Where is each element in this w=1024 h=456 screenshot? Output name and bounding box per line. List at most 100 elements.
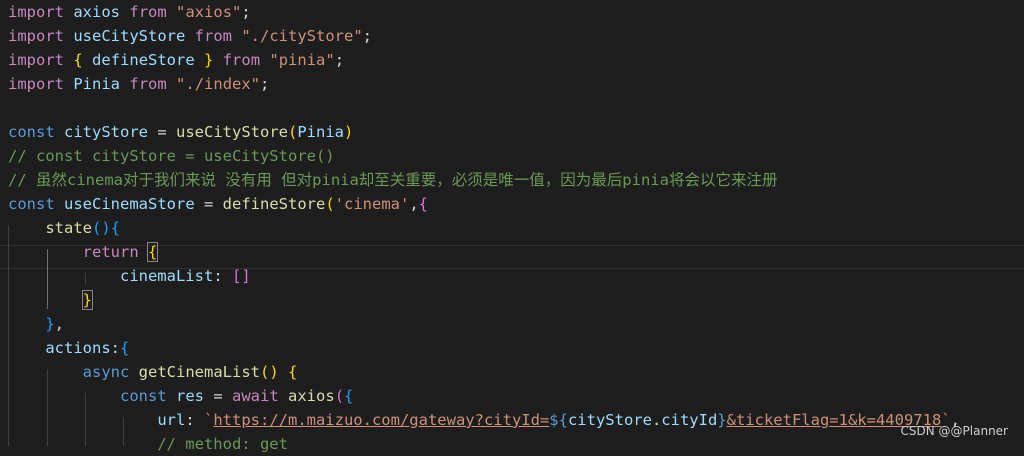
- code-line[interactable]: import { defineStore } from "pinia";: [8, 48, 344, 72]
- code-line[interactable]: return {: [8, 240, 159, 264]
- code-token: =: [204, 387, 232, 405]
- code-token: ;: [260, 75, 270, 93]
- code-token: from: [194, 27, 232, 45]
- code-token: (: [92, 219, 102, 237]
- code-token: {: [73, 51, 83, 69]
- code-line[interactable]: // 虽然cinema对于我们来说 没有用 但对pinia却至关重要，必须是唯一…: [8, 168, 777, 192]
- code-line[interactable]: import useCityStore from "./cityStore";: [8, 24, 372, 48]
- code-line[interactable]: cinemaList: []: [8, 264, 251, 288]
- code-line[interactable]: url: `https://m.maizuo.com/gateway?cityI…: [8, 408, 960, 432]
- code-token: "./cityStore": [241, 27, 363, 45]
- code-token: (: [334, 387, 345, 405]
- code-token: import: [8, 51, 64, 69]
- code-token: (: [325, 195, 335, 213]
- code-token: useCinemaStore: [64, 195, 195, 213]
- code-token: state: [45, 219, 92, 237]
- code-line[interactable]: },: [8, 312, 64, 336]
- code-token: actions: [45, 339, 111, 357]
- code-token: https://m.maizuo.com/gateway?cityId=: [213, 411, 550, 429]
- code-token: ): [101, 219, 111, 237]
- code-token: const: [119, 387, 167, 405]
- code-token: cityStore: [567, 411, 652, 429]
- code-token: }: [45, 315, 55, 333]
- code-token: import: [8, 3, 64, 21]
- code-token: ;: [334, 51, 345, 69]
- code-token: axios: [73, 3, 121, 21]
- code-token: {: [418, 195, 429, 213]
- code-token: ): [344, 123, 354, 141]
- code-token: return: [82, 243, 139, 261]
- code-token: res: [176, 387, 204, 405]
- code-token: (: [288, 123, 298, 141]
- code-token: defineStore: [222, 195, 326, 213]
- code-token: ,: [409, 195, 419, 213]
- watermark: CSDN @@Planner: [900, 424, 1008, 438]
- code-token: cityStore: [64, 123, 149, 141]
- code-line[interactable]: }: [8, 288, 94, 312]
- code-line[interactable]: const res = await axios({: [8, 384, 353, 408]
- code-token: from: [222, 51, 261, 69]
- code-token: {: [344, 387, 354, 405]
- code-token: useCityStore: [176, 123, 288, 141]
- code-token: }: [717, 411, 727, 429]
- code-line[interactable]: import axios from "axios";: [8, 0, 251, 24]
- code-token: defineStore: [92, 51, 195, 69]
- code-line[interactable]: actions:{: [8, 336, 129, 360]
- code-token: }: [204, 51, 214, 69]
- code-line[interactable]: // const cityStore = useCityStore(): [8, 144, 335, 168]
- code-token: url: [157, 411, 186, 429]
- code-token: :: [185, 411, 204, 429]
- code-token: const: [8, 123, 55, 141]
- code-token: // 虽然cinema对于我们来说 没有用 但对pinia却至关重要，必须是唯一…: [8, 171, 778, 189]
- code-line[interactable]: const cityStore = useCityStore(Pinia): [8, 120, 353, 144]
- code-token: =: [194, 195, 223, 213]
- code-token: // const cityStore = useCityStore(): [8, 147, 335, 165]
- code-token: [: [231, 267, 242, 285]
- code-token: ;: [241, 3, 251, 21]
- code-token: :: [213, 267, 232, 285]
- code-line[interactable]: state(){: [8, 216, 120, 240]
- code-token: "pinia": [269, 51, 335, 69]
- code-token: {: [120, 339, 130, 357]
- code-line[interactable]: import Pinia from "./index";: [8, 72, 269, 96]
- code-editor[interactable]: import axios from "axios"; import useCity…: [0, 0, 1024, 453]
- code-line[interactable]: async getCinemaList() {: [8, 360, 298, 384]
- code-token: axios: [288, 387, 335, 405]
- code-token: `: [203, 411, 214, 429]
- code-token: ,: [54, 315, 65, 333]
- code-token: useCityStore: [73, 27, 186, 45]
- code-line[interactable]: const useCinemaStore = defineStore('cine…: [8, 192, 428, 216]
- code-token: Pinia: [73, 75, 121, 93]
- code-token: await: [232, 387, 279, 405]
- code-token: getCinemaList: [138, 363, 260, 381]
- code-token: from: [129, 3, 167, 21]
- code-token: import: [8, 75, 64, 93]
- code-token: =: [148, 123, 177, 141]
- code-token: // method: get: [157, 435, 288, 453]
- code-line[interactable]: // method: get: [8, 432, 288, 456]
- code-token: ${: [549, 411, 568, 429]
- code-token: {: [146, 242, 159, 262]
- code-token: import: [8, 27, 64, 45]
